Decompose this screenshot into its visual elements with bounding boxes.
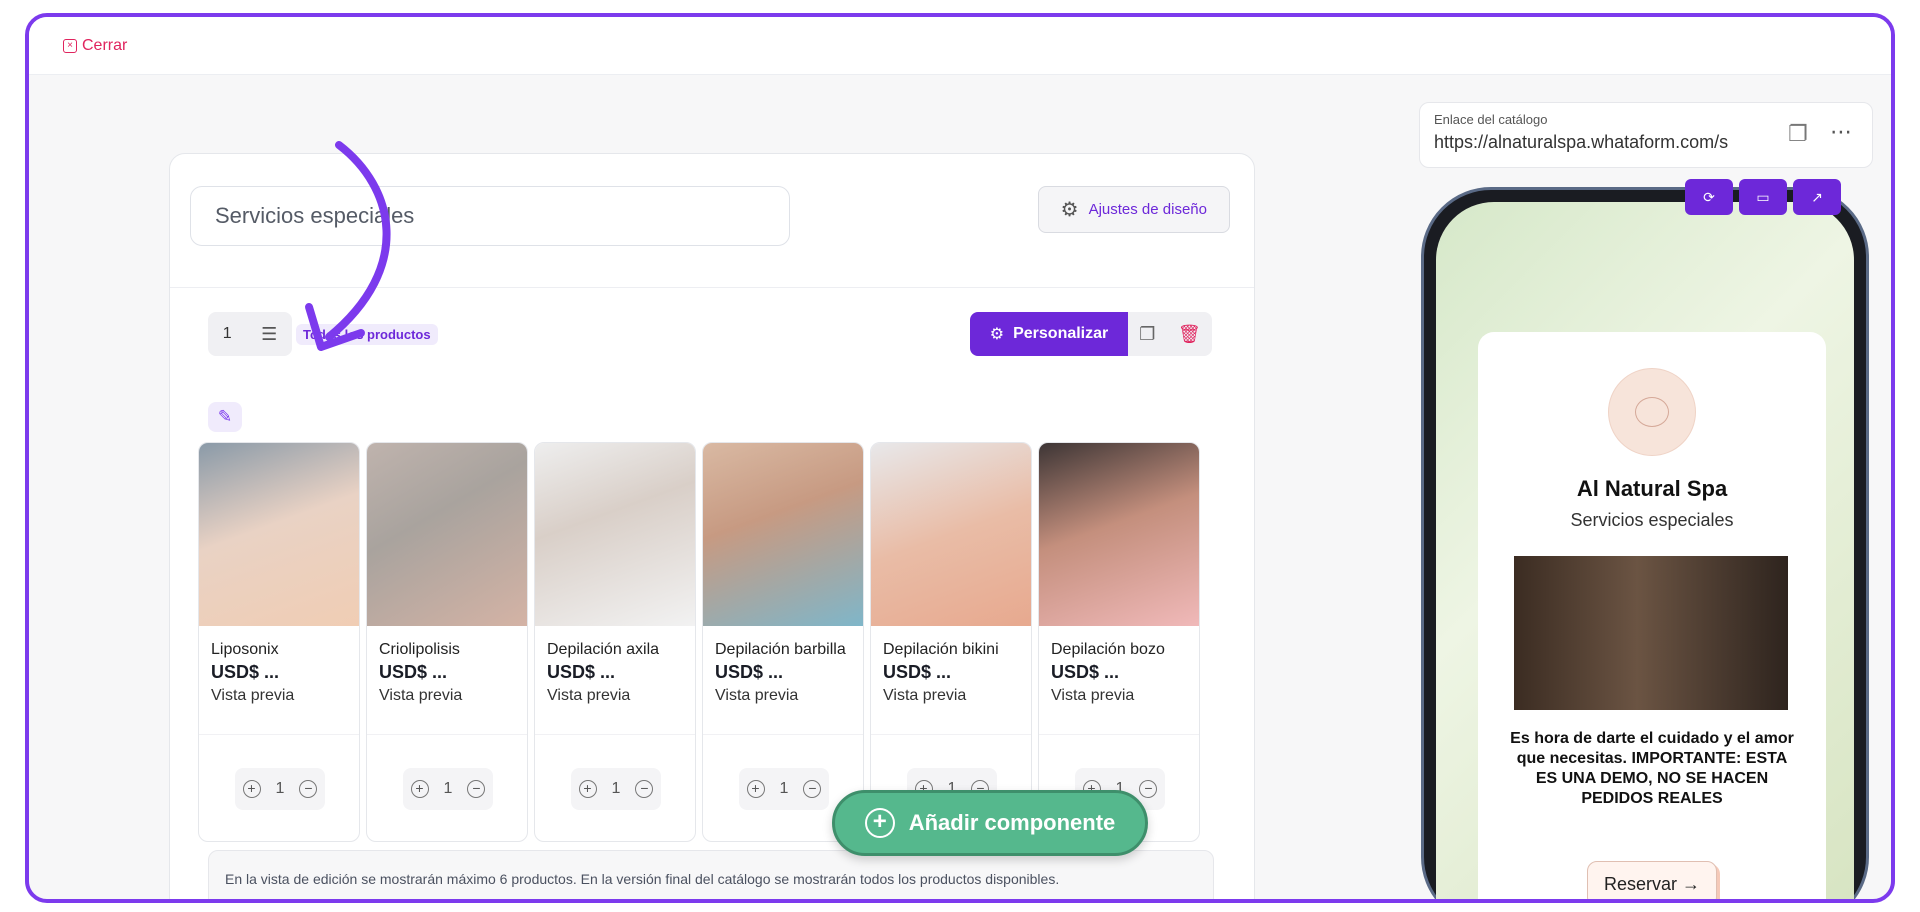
product-card[interactable]: Depilación bozo USD$ ... Vista previa + … [1038,442,1200,842]
pencil-icon: ✎ [217,407,233,426]
minus-icon[interactable]: − [1139,780,1158,798]
hero-image [1514,556,1788,710]
product-image [703,443,863,626]
quantity-value: 1 [611,780,621,797]
product-price: USD$ ... [715,662,784,682]
app-window: × Cerrar Servicios especiales ⚙ Ajustes … [25,13,1895,903]
plus-icon: + [864,808,895,838]
product-name: Depilación axila [547,641,660,658]
phone-screen: Al Natural Spa Servicios especiales Es h… [1436,202,1854,899]
product-card[interactable]: Depilación bikini USD$ ... Vista previa … [870,442,1032,842]
quantity-stepper[interactable]: + 1 − [235,768,325,810]
monitor-icon[interactable]: ▭ [1739,179,1787,215]
gear-icon: ⚙ [1060,199,1079,221]
product-image [535,443,695,626]
product-preview-link[interactable]: Vista previa [1051,687,1134,705]
quantity-value: 1 [779,780,789,797]
minus-icon[interactable]: − [299,780,318,798]
section-title-input[interactable]: Servicios especiales [190,186,790,246]
product-price: USD$ ... [211,662,280,682]
product-price: USD$ ... [547,662,616,682]
hero-message: Es hora de darte el cuidado y el amor qu… [1510,730,1794,807]
product-price: USD$ ... [379,662,448,682]
product-preview-link[interactable]: Vista previa [211,687,294,705]
product-grid: Liposonix USD$ ... Vista previa + 1 − Cr… [198,442,1218,842]
trash-icon[interactable]: 🗑 [1178,324,1201,345]
more-icon[interactable]: ⋯ [1830,119,1854,145]
component-actions: ❐ 🗑 [1128,312,1212,356]
business-name: Al Natural Spa [1576,476,1728,501]
top-bar: × Cerrar [29,17,1891,75]
logo-mark [1635,397,1669,427]
preview-toolbar: ⟳ ▭ ↗ [1685,179,1841,215]
product-card[interactable]: Depilación barbilla USD$ ... Vista previ… [702,442,864,842]
plus-icon[interactable]: + [746,780,765,798]
catalog-url[interactable]: https://alnaturalspa.whataform.com/s [1434,132,1750,153]
product-image [199,443,359,626]
catalog-preview-card: Al Natural Spa Servicios especiales Es h… [1478,332,1826,899]
divider [199,734,359,735]
phone-preview: Al Natural Spa Servicios especiales Es h… [1421,187,1869,899]
external-link-icon[interactable]: ↗ [1793,179,1841,215]
catalog-subtitle: Servicios especiales [1570,510,1734,530]
product-preview-link[interactable]: Vista previa [715,687,798,705]
minus-icon[interactable]: − [803,780,822,798]
product-price: USD$ ... [1051,662,1120,682]
plus-icon[interactable]: + [242,780,261,798]
design-settings-button[interactable]: ⚙ Ajustes de diseño [1037,186,1230,233]
divider [1039,734,1199,735]
product-image [871,443,1031,626]
plus-icon[interactable]: + [410,780,429,798]
add-component-label: Añadir componente [908,810,1116,835]
edit-view-note: En la vista de edición se mostrarán máxi… [208,850,1214,899]
close-button[interactable]: × Cerrar [63,37,127,55]
reserve-button[interactable]: Reservar → [1587,861,1717,899]
catalog-link-box: Enlace del catálogo https://alnaturalspa… [1419,102,1873,168]
divider [703,734,863,735]
annotation-arrow [305,141,391,351]
rows-count: 1 [222,325,232,342]
product-image [1039,443,1199,626]
duplicate-icon[interactable]: ❐ [1139,324,1155,345]
business-logo [1608,368,1696,456]
close-icon: × [63,39,77,53]
divider [367,734,527,735]
divider [871,734,1031,735]
quantity-value: 1 [275,780,285,797]
quantity-stepper[interactable]: + 1 − [571,768,661,810]
minus-icon[interactable]: − [635,780,654,798]
product-card[interactable]: Depilación axila USD$ ... Vista previa +… [534,442,696,842]
rows-icon: ☰ [261,323,278,344]
design-settings-label: Ajustes de diseño [1088,201,1207,218]
product-name: Depilación barbilla [715,641,846,658]
product-card[interactable]: Criolipolisis USD$ ... Vista previa + 1 … [366,442,528,842]
personalize-label: Personalizar [1013,325,1109,342]
catalog-link-label: Enlace del catálogo [1434,112,1548,127]
minus-icon[interactable]: − [467,780,486,798]
product-name: Depilación bozo [1051,641,1165,658]
quantity-stepper[interactable]: + 1 − [403,768,493,810]
divider [535,734,695,735]
gear-icon: ⚙ [989,326,1005,343]
product-preview-link[interactable]: Vista previa [883,687,966,705]
product-image [367,443,527,626]
product-card[interactable]: Liposonix USD$ ... Vista previa + 1 − [198,442,360,842]
quantity-value: 1 [443,780,453,797]
edit-products-button[interactable]: ✎ [208,402,242,432]
product-name: Criolipolisis [379,641,460,658]
add-component-button[interactable]: + Añadir componente [832,790,1148,856]
close-label: Cerrar [82,37,128,54]
copy-icon[interactable]: ❐ [1788,121,1808,147]
refresh-icon[interactable]: ⟳ [1685,179,1733,215]
personalize-button[interactable]: ⚙ Personalizar [970,312,1128,356]
product-price: USD$ ... [883,662,952,682]
product-preview-link[interactable]: Vista previa [379,687,462,705]
plus-icon[interactable]: + [578,780,597,798]
product-name: Depilación bikini [883,641,999,658]
product-name: Liposonix [211,641,279,658]
product-preview-link[interactable]: Vista previa [547,687,630,705]
quantity-stepper[interactable]: + 1 − [739,768,829,810]
rows-selector[interactable]: 1 ☰ [208,312,292,356]
